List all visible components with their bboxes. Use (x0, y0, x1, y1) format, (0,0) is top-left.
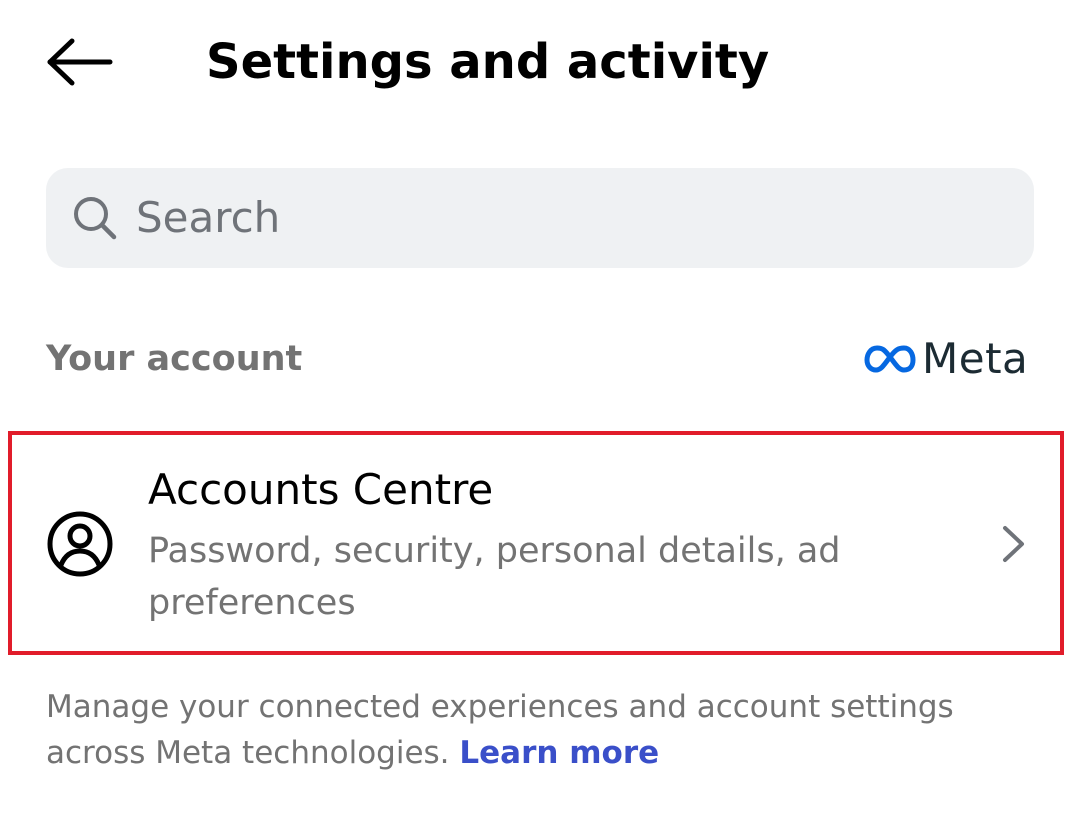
accounts-centre-subtitle: Password, security, personal details, ad… (148, 531, 841, 623)
meta-infinity-icon (864, 345, 916, 373)
footer-description: Manage your connected experiences and ac… (46, 684, 1036, 776)
back-button[interactable] (46, 38, 114, 86)
meta-wordmark: Meta (922, 334, 1029, 383)
learn-more-link[interactable]: Learn more (459, 735, 659, 771)
accounts-centre-item[interactable]: Accounts Centre Password, security, pers… (12, 435, 1060, 651)
user-circle-icon (47, 511, 113, 577)
chevron-right-icon (1003, 526, 1024, 562)
search-input[interactable]: Search (46, 168, 1034, 268)
accounts-centre-title: Accounts Centre (148, 465, 494, 514)
search-placeholder: Search (136, 193, 281, 242)
section-label-your-account: Your account (46, 339, 303, 379)
settings-screen: Settings and activity Search Your accoun… (0, 0, 1080, 817)
page-title: Settings and activity (206, 34, 770, 90)
arrow-left-icon (47, 38, 113, 86)
search-icon (74, 197, 117, 240)
meta-logo: Meta (864, 336, 1028, 382)
